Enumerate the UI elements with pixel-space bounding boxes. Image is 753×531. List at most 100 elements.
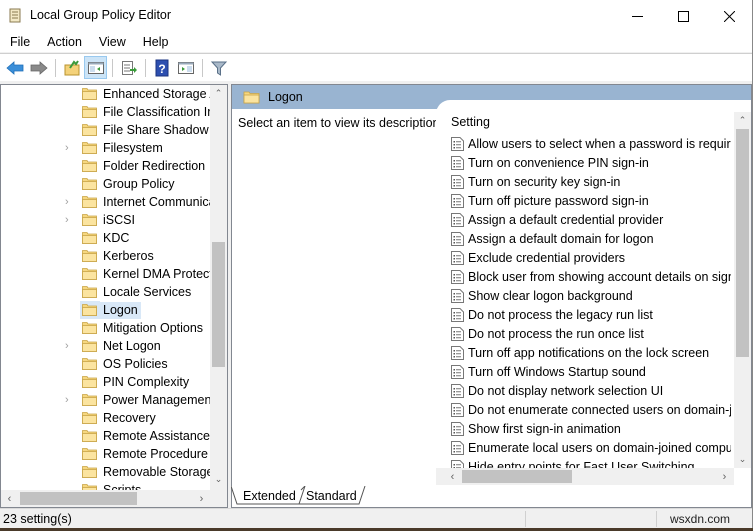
scroll-up-icon[interactable]: ⌃: [210, 85, 227, 102]
tab-standard[interactable]: Standard: [299, 486, 365, 506]
tree-item[interactable]: Kerberos: [1, 247, 211, 265]
tree-item[interactable]: › Net Logon: [1, 337, 211, 355]
tree-item[interactable]: › Internet Communica: [1, 193, 216, 211]
tree-item[interactable]: File Share Shadow C: [1, 121, 221, 139]
setting-label: Turn on convenience PIN sign-in: [468, 156, 649, 170]
setting-row[interactable]: Do not enumerate connected users on doma…: [451, 401, 731, 420]
tree-item[interactable]: Remote Procedure C: [1, 445, 220, 463]
scroll-down-icon[interactable]: ⌄: [210, 471, 227, 488]
help-button[interactable]: ?: [150, 56, 173, 79]
scroll-right-icon[interactable]: ›: [716, 468, 733, 485]
setting-row[interactable]: Do not display network selection UI: [451, 382, 731, 401]
scroll-down-icon[interactable]: ⌄: [734, 451, 751, 468]
minimize-button[interactable]: [614, 0, 660, 32]
folder-icon: [82, 178, 97, 190]
setting-row[interactable]: Turn off Windows Startup sound: [451, 363, 731, 382]
show-hide-tree-icon: [87, 61, 104, 74]
tree-item[interactable]: KDC: [1, 229, 211, 247]
up-level-button[interactable]: [60, 56, 83, 79]
folder-icon: [82, 160, 97, 172]
tab-extended[interactable]: Extended: [235, 486, 301, 506]
expand-chevron-icon[interactable]: ›: [65, 394, 73, 406]
settings-hscroll-thumb[interactable]: [462, 470, 572, 483]
setting-row[interactable]: Turn off app notifications on the lock s…: [451, 344, 731, 363]
setting-row[interactable]: Assign a default credential provider: [451, 211, 731, 230]
scroll-left-icon[interactable]: ‹: [1, 490, 18, 507]
expand-chevron-icon[interactable]: ›: [65, 196, 73, 208]
setting-row[interactable]: Do not process the legacy run list: [451, 306, 731, 325]
forward-arrow-icon: [30, 60, 48, 75]
setting-row[interactable]: Assign a default domain for logon: [451, 230, 731, 249]
tree-item[interactable]: › Power Management: [1, 391, 215, 409]
setting-label: Do not display network selection UI: [468, 384, 664, 398]
folder-icon: [243, 91, 260, 104]
menu-view[interactable]: View: [89, 32, 133, 52]
setting-row[interactable]: Turn on security key sign-in: [451, 173, 731, 192]
expand-chevron-icon[interactable]: ›: [65, 142, 73, 154]
toolbar-separator: [112, 58, 113, 77]
tree-item[interactable]: Enhanced Storage A: [1, 85, 218, 103]
expand-chevron-icon[interactable]: ›: [65, 340, 73, 352]
svg-text:?: ?: [158, 62, 165, 76]
tree-item[interactable]: Folder Redirection: [1, 157, 211, 175]
tree-item[interactable]: › Filesystem: [1, 139, 211, 157]
menu-file[interactable]: File: [0, 32, 37, 52]
setting-row[interactable]: Do not process the run once list: [451, 325, 731, 344]
tree-vertical-scrollbar[interactable]: ⌃ ⌄: [210, 85, 227, 490]
back-button[interactable]: [3, 56, 26, 79]
scroll-right-icon[interactable]: ›: [193, 490, 210, 507]
console-tree: Enhanced Storage A File Classification In…: [0, 84, 228, 508]
tree-item-label: Folder Redirection: [103, 159, 206, 173]
folder-icon: [82, 448, 97, 460]
tree-hscroll-thumb[interactable]: [20, 492, 137, 505]
tree-horizontal-scrollbar[interactable]: ‹ ›: [1, 490, 227, 507]
show-hide-tree-button[interactable]: [84, 56, 107, 79]
setting-row[interactable]: Enumerate local users on domain-joined c…: [451, 439, 731, 458]
setting-row[interactable]: Show clear logon background: [451, 287, 731, 306]
tree-item[interactable]: Removable Storage A: [1, 463, 225, 481]
setting-row[interactable]: Show first sign-in animation: [451, 420, 731, 439]
setting-row[interactable]: Block user from showing account details …: [451, 268, 731, 287]
folder-icon: [82, 304, 97, 316]
policy-setting-icon: [451, 289, 464, 303]
menu-help[interactable]: Help: [133, 32, 176, 52]
scroll-left-icon[interactable]: ‹: [444, 468, 461, 485]
tree-item[interactable]: Logon: [1, 301, 211, 319]
tree-item-label: PIN Complexity: [103, 375, 190, 389]
tree-item-label: Net Logon: [103, 339, 161, 353]
tree-item[interactable]: Kernel DMA Protecti: [1, 265, 216, 283]
tree-item[interactable]: PIN Complexity: [1, 373, 211, 391]
tree-item[interactable]: Locale Services: [1, 283, 211, 301]
export-list-button[interactable]: [117, 56, 140, 79]
setting-label: Show first sign-in animation: [468, 422, 621, 436]
tree-vscroll-thumb[interactable]: [212, 242, 225, 367]
settings-horizontal-scrollbar[interactable]: ‹ ›: [436, 468, 734, 485]
setting-label: Do not enumerate connected users on doma…: [468, 403, 731, 417]
status-setting-count: 23 setting(s): [3, 512, 72, 526]
tree-item[interactable]: Remote Assistance: [1, 427, 211, 445]
expand-chevron-icon[interactable]: ›: [65, 214, 73, 226]
settings-vscroll-thumb[interactable]: [736, 129, 749, 357]
forward-button[interactable]: [27, 56, 50, 79]
settings-vertical-scrollbar[interactable]: ⌃ ⌄: [734, 112, 751, 468]
policy-setting-icon: [451, 327, 464, 341]
tree-item-label: KDC: [103, 231, 130, 245]
tree-item[interactable]: Group Policy: [1, 175, 211, 193]
tree-item[interactable]: File Classification Inf: [1, 103, 218, 121]
tree-item[interactable]: › iSCSI: [1, 211, 211, 229]
maximize-button[interactable]: [660, 0, 706, 32]
setting-row[interactable]: Exclude credential providers: [451, 249, 731, 268]
menu-action[interactable]: Action: [37, 32, 89, 52]
setting-row[interactable]: Allow users to select when a password is…: [451, 135, 731, 154]
setting-row[interactable]: Turn on convenience PIN sign-in: [451, 154, 731, 173]
tree-item[interactable]: OS Policies: [1, 355, 211, 373]
filter-options-button[interactable]: [207, 56, 230, 79]
close-button[interactable]: [706, 0, 752, 32]
tree-item[interactable]: Mitigation Options: [1, 319, 211, 337]
setting-row[interactable]: Turn off picture password sign-in: [451, 192, 731, 211]
column-header-setting[interactable]: Setting: [451, 115, 490, 129]
show-hide-action-pane-button[interactable]: [174, 56, 197, 79]
scroll-up-icon[interactable]: ⌃: [734, 112, 751, 129]
close-icon: [723, 10, 735, 22]
tree-item[interactable]: Recovery: [1, 409, 211, 427]
